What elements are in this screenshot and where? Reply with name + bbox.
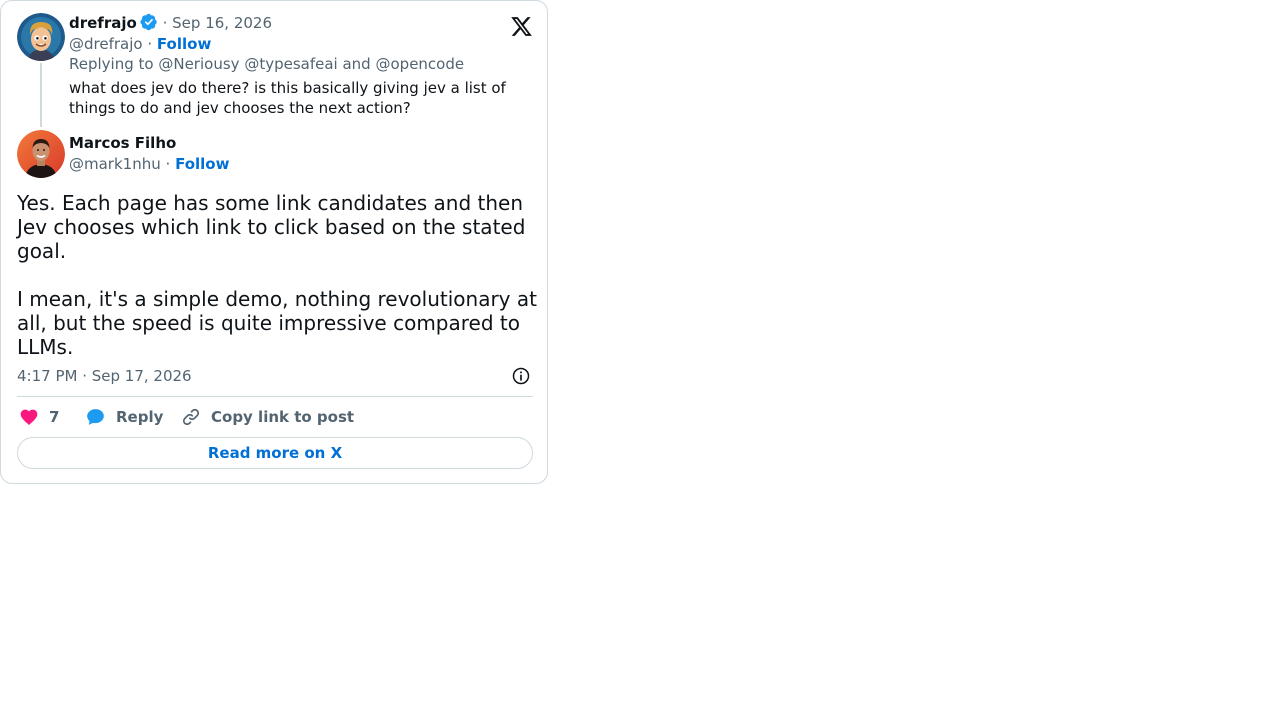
replying-to-line: Replying to @Neriousy @typesafeai and @o… [69,54,464,74]
reply-mention[interactable]: @Neriousy [158,55,239,73]
copy-link-label: Copy link to post [211,408,355,426]
embedded-post-card: drefrajo · Sep 16, 2026 @drefrajo · Foll… [0,0,548,484]
like-count: 7 [49,408,60,426]
copy-link-button[interactable]: Copy link to post [181,406,354,428]
handle-separator: · [147,35,153,53]
reply-button[interactable]: Reply [85,406,163,428]
x-logo-icon[interactable] [510,15,533,38]
info-icon[interactable] [511,366,531,386]
speech-bubble-icon [87,409,104,425]
parent-author-row: drefrajo · Sep 16, 2026 [69,13,272,33]
main-handle[interactable]: @mark1nhu [69,155,161,173]
like-button[interactable]: 7 [19,406,59,428]
parent-handle[interactable]: @drefrajo [69,35,143,53]
verified-badge-icon [140,13,157,31]
reply-label: Reply [116,408,164,426]
read-more-button[interactable]: Read more on X [17,437,533,469]
parent-post-date[interactable]: Sep 16, 2026 [172,14,272,32]
follow-button[interactable]: Follow [175,155,229,173]
thread-connector-line [40,63,42,127]
main-display-name[interactable]: Marcos Filho [69,134,176,152]
main-post-text: Yes. Each page has some link candidates … [17,191,537,359]
avatar[interactable] [17,130,65,178]
post-timestamp[interactable]: 4:17 PM · Sep 17, 2026 [17,366,192,386]
parent-display-name[interactable]: drefrajo [69,14,137,32]
parent-handle-row: @drefrajo · Follow [69,34,211,54]
main-author-row: Marcos Filho [69,133,176,153]
date-separator: · [162,14,168,32]
link-icon [182,408,200,426]
follow-button[interactable]: Follow [157,35,211,53]
replying-and: and [342,55,371,73]
divider [17,396,533,397]
heart-icon [20,409,38,425]
reply-mention[interactable]: @opencode [376,55,465,73]
avatar[interactable] [17,13,65,61]
replying-to-label: Replying to [69,55,154,73]
parent-post-text: what does jev do there? is this basicall… [69,79,511,117]
handle-separator: · [165,155,171,173]
main-handle-row: @mark1nhu · Follow [69,154,229,174]
reply-mention[interactable]: @typesafeai [244,55,337,73]
